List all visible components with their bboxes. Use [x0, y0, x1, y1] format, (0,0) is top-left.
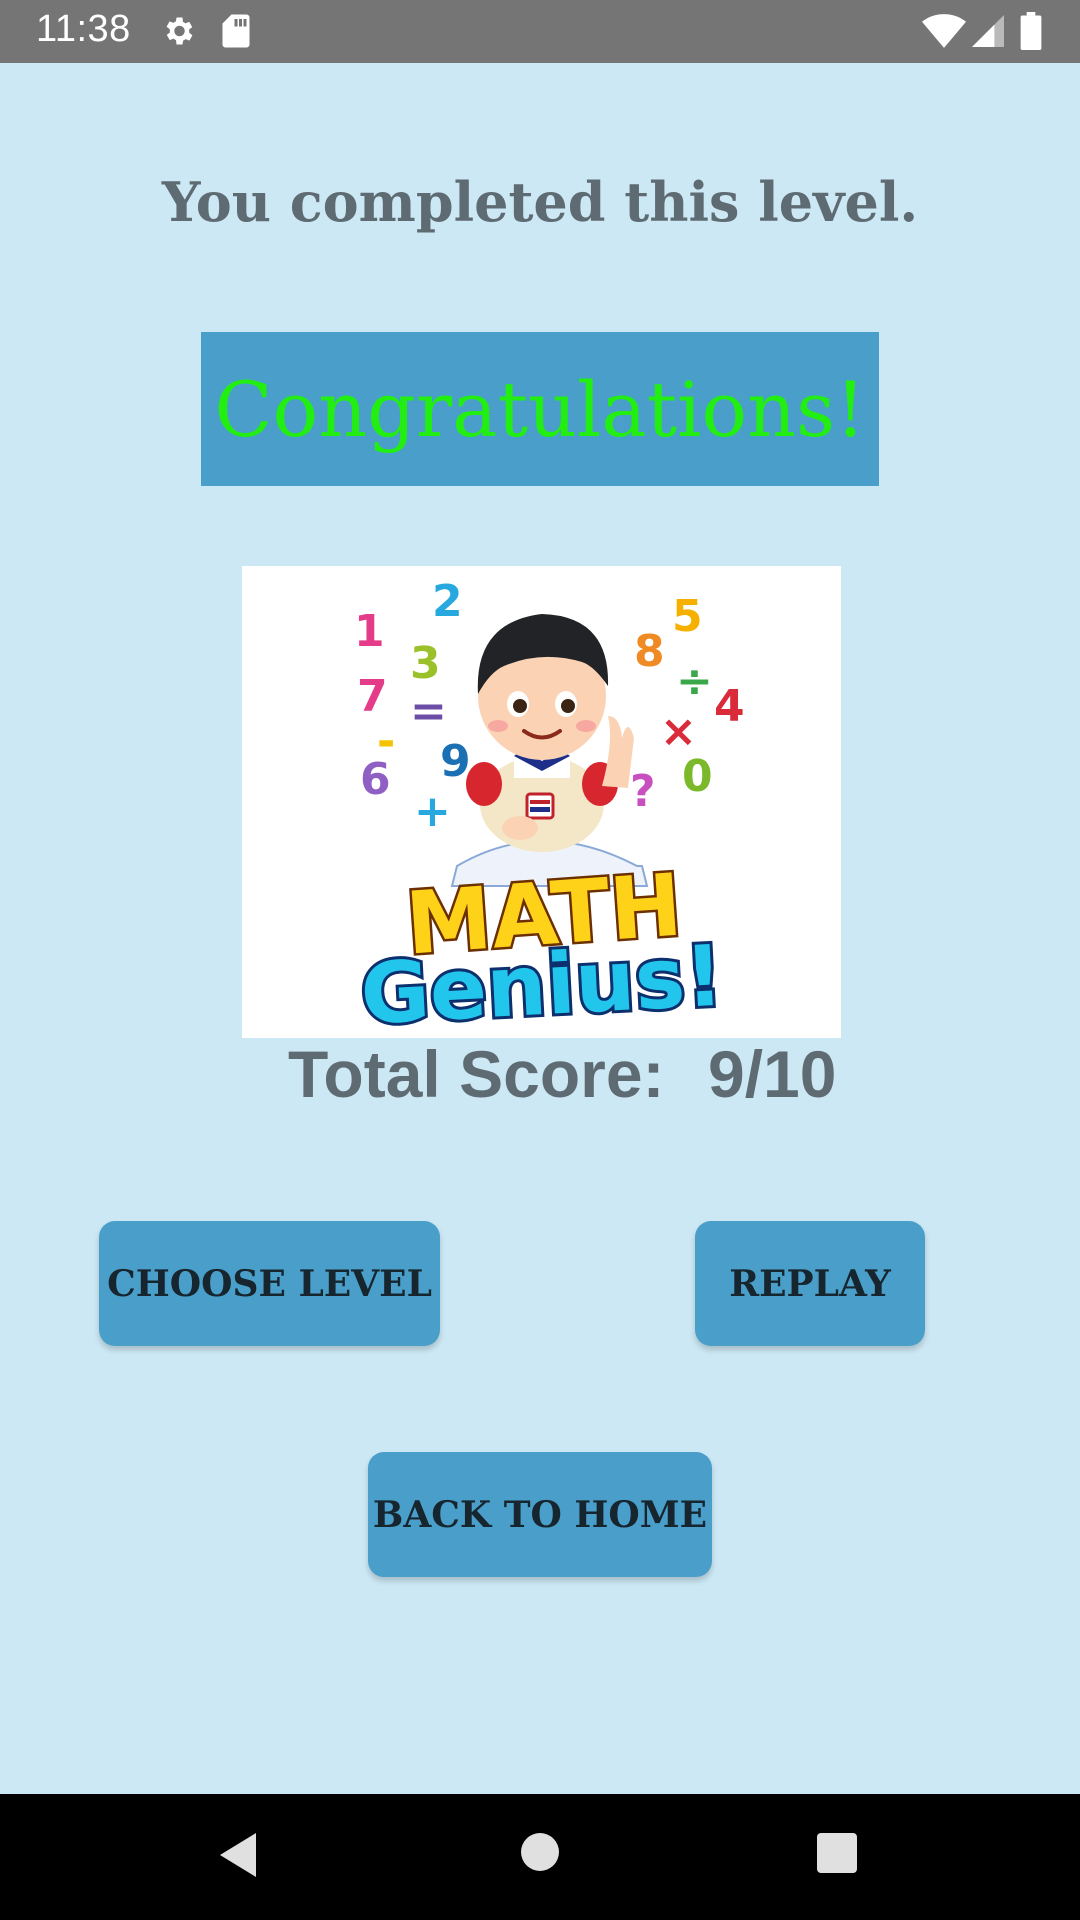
symbol-glyph: × — [660, 706, 697, 757]
back-to-home-button[interactable]: BACK TO HOME — [368, 1452, 712, 1577]
math-genius-illustration: 1 2 3 5 7 8 = ÷ 4 × 6 9 ? 0 + - MATH Gen… — [354, 576, 745, 1038]
completed-message: You completed this level. — [161, 170, 919, 234]
sd-card-icon — [222, 13, 250, 53]
math-genius-logo: 1 2 3 5 7 8 = ÷ 4 × 6 9 ? 0 + - MATH Gen… — [242, 566, 841, 1038]
replay-button[interactable]: REPLAY — [695, 1221, 925, 1346]
symbol-glyph: 2 — [432, 576, 463, 627]
wifi-icon — [922, 14, 966, 52]
symbol-glyph: + — [414, 786, 451, 837]
logo-wordmark: MATH Genius! — [355, 853, 728, 1038]
symbol-glyph: ? — [630, 766, 656, 817]
score-label: Total Score: — [288, 1037, 665, 1111]
choose-level-button[interactable]: CHOOSE LEVEL — [99, 1221, 440, 1346]
symbol-glyph: 7 — [357, 671, 388, 722]
gear-icon — [160, 13, 196, 53]
recents-icon[interactable] — [817, 1833, 857, 1877]
symbol-glyph: 1 — [354, 606, 385, 657]
navigation-bar — [0, 1794, 1080, 1920]
battery-icon — [1020, 12, 1042, 54]
boy-figure — [450, 614, 649, 887]
symbol-glyph: 4 — [714, 681, 745, 732]
symbol-glyph: 5 — [672, 591, 703, 642]
symbol-glyph: 0 — [682, 751, 713, 802]
symbol-glyph: 9 — [440, 736, 471, 787]
congrats-message: Congratulations! — [214, 364, 866, 454]
svg-text:Genius!: Genius! — [358, 927, 725, 1038]
symbol-glyph: 3 — [410, 638, 441, 689]
congrats-banner: Congratulations! — [201, 332, 879, 486]
back-icon[interactable] — [216, 1830, 260, 1884]
symbol-glyph: 8 — [634, 626, 665, 677]
symbol-glyph: ÷ — [676, 656, 713, 707]
home-icon[interactable] — [520, 1832, 560, 1876]
signal-icon — [972, 14, 1004, 52]
status-time: 11:38 — [36, 8, 131, 50]
total-score: Total Score: 9/10 — [0, 1036, 1080, 1116]
symbol-glyph: - — [377, 716, 395, 767]
status-bar: 11:38 — [0, 0, 1080, 63]
symbol-glyph: = — [410, 686, 447, 737]
score-value: 9/10 — [708, 1037, 837, 1111]
